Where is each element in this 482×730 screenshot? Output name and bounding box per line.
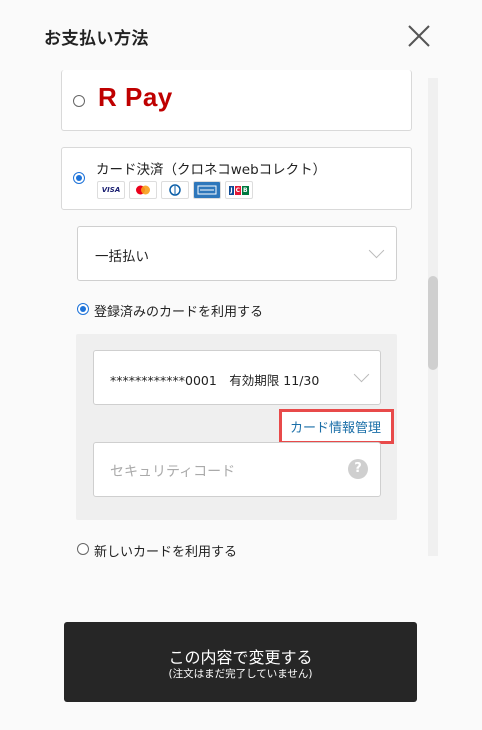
scrollbar-thumb[interactable] <box>428 276 438 370</box>
installment-value: 一括払い <box>95 249 149 265</box>
american-express-icon <box>193 181 221 199</box>
card-payment-radio[interactable] <box>73 172 85 184</box>
modal-header: お支払い方法 <box>0 0 482 70</box>
visa-icon: VISA <box>97 181 125 199</box>
card-payment-option[interactable] <box>61 147 412 210</box>
security-code-placeholder: セキュリティコード <box>110 464 236 480</box>
page-title: お支払い方法 <box>44 29 149 49</box>
card-payment-label: カード決済（クロネコwebコレクト） <box>96 162 327 178</box>
card-brand-icons: VISA JCB <box>97 181 253 199</box>
jcb-icon: JCB <box>225 181 253 199</box>
registered-card-radio[interactable] <box>77 303 89 315</box>
close-icon[interactable] <box>404 22 434 50</box>
submit-button-sublabel: (注文はまだ完了していません) <box>168 668 313 680</box>
submit-button-label: この内容で変更する <box>168 648 313 667</box>
submit-button[interactable]: この内容で変更する (注文はまだ完了していません) <box>64 622 417 702</box>
diners-club-icon <box>161 181 189 199</box>
new-card-radio[interactable] <box>77 543 89 555</box>
registered-card-value: ************0001 有効期限 11/30 <box>110 373 320 388</box>
help-icon[interactable]: ? <box>348 459 368 479</box>
rpay-logo: R Pay <box>98 82 173 112</box>
registered-card-label: 登録済みのカードを利用する <box>94 305 264 320</box>
rpay-radio[interactable] <box>73 95 85 107</box>
new-card-label: 新しいカードを利用する <box>94 545 238 560</box>
card-management-link[interactable]: カード情報管理 <box>290 417 381 436</box>
mastercard-icon <box>129 181 157 199</box>
